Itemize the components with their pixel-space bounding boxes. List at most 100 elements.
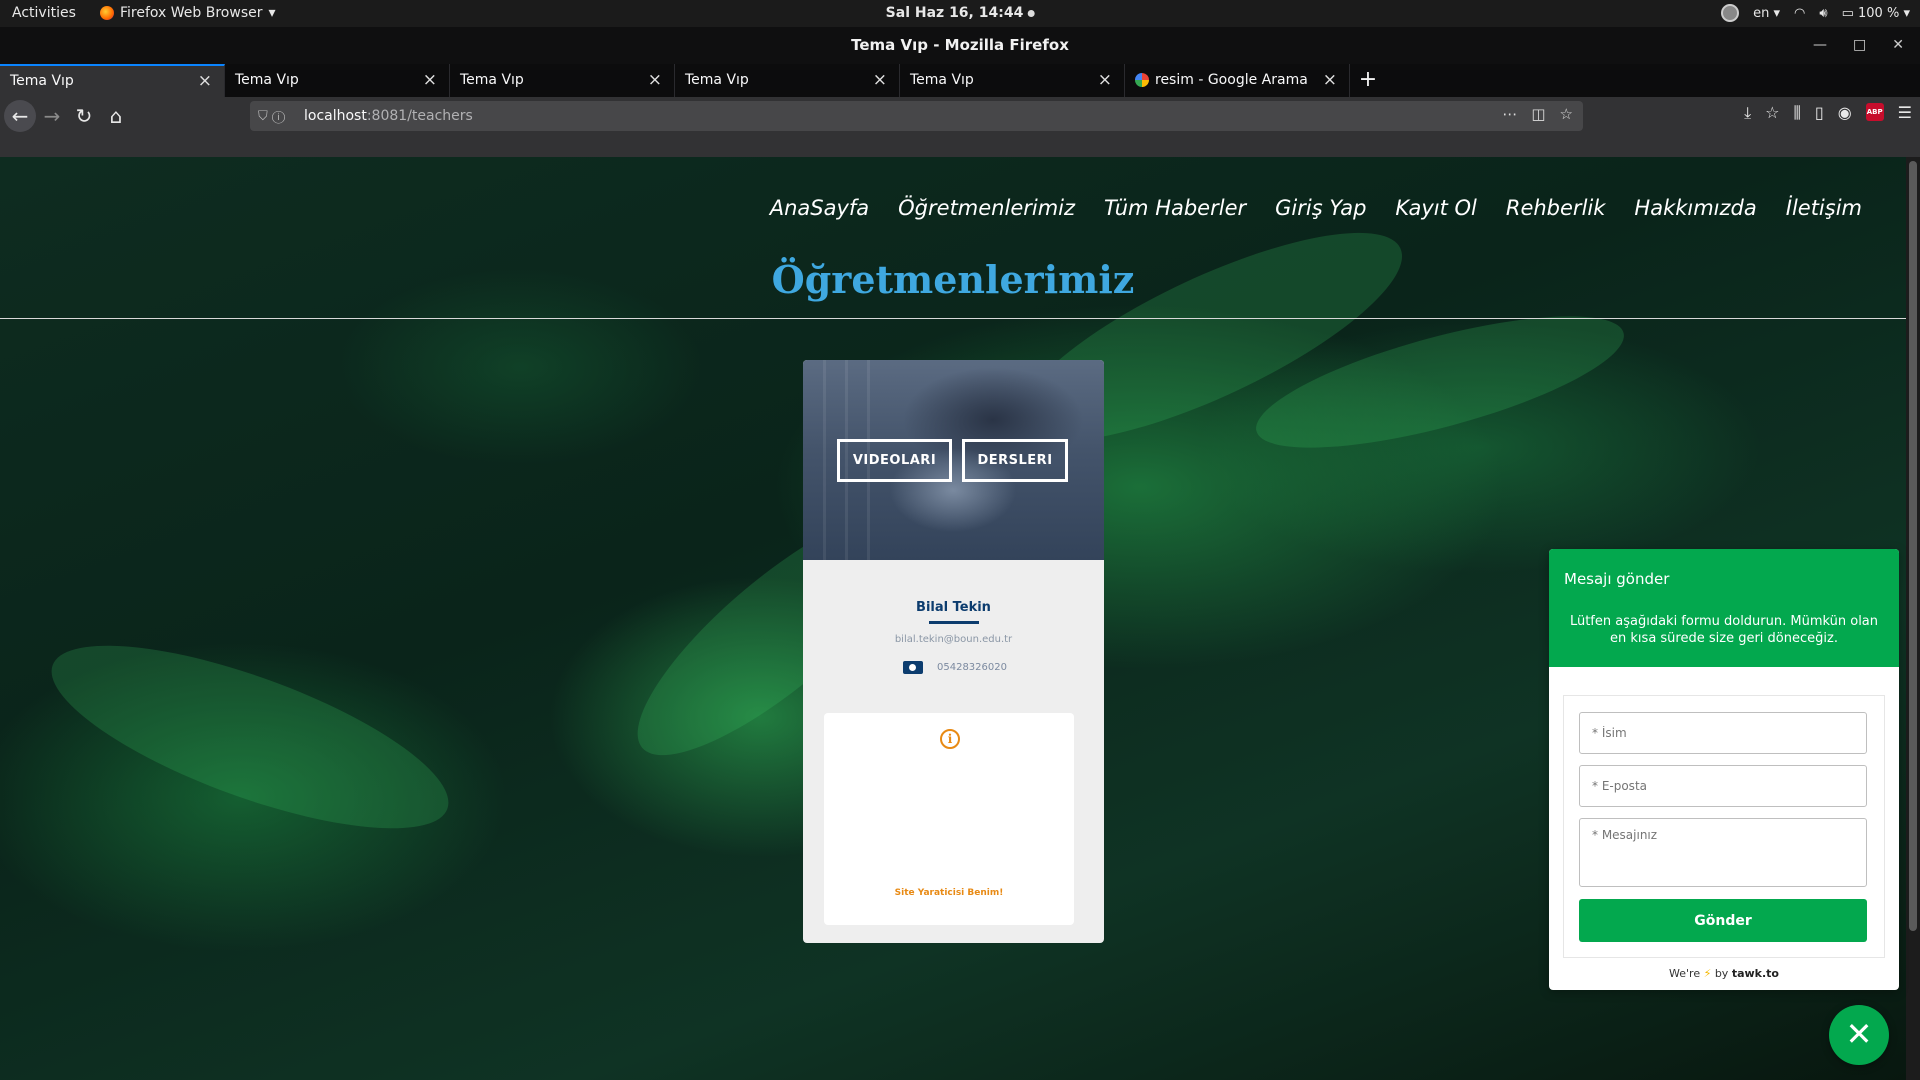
menu-icon[interactable]: ☰: [1898, 103, 1912, 123]
recording-dot-icon: [1027, 9, 1035, 17]
chat-close-icon[interactable]: ✕: [1829, 1005, 1889, 1065]
more-actions-icon[interactable]: ⋯: [1502, 105, 1517, 123]
chat-widget: Mesajı gönder Lütfen aşağıdaki formu dol…: [1549, 549, 1899, 990]
home-icon[interactable]: ⌂: [100, 100, 132, 132]
info-box: i Site Yaraticisi Benim!: [824, 713, 1074, 925]
forward-arrow-icon[interactable]: →: [36, 100, 68, 132]
tab-5[interactable]: Tema Vıp ×: [900, 64, 1125, 97]
nav-link-guidance[interactable]: Rehberlik: [1506, 196, 1606, 220]
shield-icon[interactable]: ⛉: [258, 109, 268, 124]
close-tab-icon[interactable]: ×: [1323, 64, 1337, 97]
close-tab-icon[interactable]: ×: [423, 64, 437, 97]
lessons-button[interactable]: DERSLERI: [962, 439, 1068, 482]
url-path: :8081/teachers: [366, 108, 473, 124]
close-tab-icon[interactable]: ×: [873, 64, 887, 97]
volume-icon: 🔊︎: [1819, 5, 1828, 21]
info-icon: i: [940, 729, 960, 749]
message-field[interactable]: [1579, 818, 1867, 887]
footer-by: by: [1714, 967, 1729, 980]
chat-footer[interactable]: We're ⚡ by tawk.to: [1549, 967, 1899, 980]
tab-4[interactable]: Tema Vıp ×: [675, 64, 900, 97]
caret-down-icon: ▾: [268, 5, 276, 21]
download-icon[interactable]: ⤓: [1744, 103, 1751, 123]
app-menu-label: Firefox Web Browser: [120, 5, 263, 21]
library-icon[interactable]: ⫼: [1794, 103, 1801, 123]
tab-6[interactable]: resim - Google Arama ×: [1125, 64, 1350, 97]
nav-link-home[interactable]: AnaSayfa: [770, 196, 869, 220]
close-tab-icon[interactable]: ×: [648, 64, 662, 97]
footer-brand: tawk.to: [1731, 967, 1779, 980]
close-tab-icon[interactable]: ×: [1098, 64, 1112, 97]
divider: [0, 318, 1906, 319]
page-scrollbar[interactable]: [1906, 157, 1920, 1080]
send-button[interactable]: Gönder: [1579, 899, 1867, 942]
tab-bar: Tema Vıp × Tema Vıp × Tema Vıp × Tema Vıp × …: [0, 64, 1920, 97]
bookmark-star-icon[interactable]: ☆: [1560, 105, 1573, 123]
tab-label: Tema Vıp: [10, 73, 74, 89]
window-title: Tema Vıp - Mozilla Firefox: [851, 36, 1069, 54]
tab-3[interactable]: Tema Vıp ×: [450, 64, 675, 97]
pocket-icon[interactable]: ◫: [1531, 105, 1545, 123]
google-icon: [1135, 73, 1149, 87]
teacher-card: VIDEOLARI DERSLERI Bilal Tekin bilal.tek…: [803, 360, 1104, 943]
new-tab-button[interactable]: +: [1350, 64, 1386, 97]
videos-button[interactable]: VIDEOLARI: [837, 439, 952, 482]
tab-2[interactable]: Tema Vıp ×: [225, 64, 450, 97]
phone-row: 05428326020: [903, 661, 1007, 674]
accessibility-icon[interactable]: [1721, 4, 1740, 22]
tab-label: Tema Vıp: [235, 72, 299, 88]
app-menu[interactable]: Firefox Web Browser ▾: [100, 5, 276, 21]
chat-title: Mesajı gönder: [1564, 570, 1670, 588]
name-field[interactable]: [1579, 712, 1867, 754]
email-field[interactable]: [1579, 765, 1867, 807]
sidebar-icon[interactable]: ▯: [1815, 103, 1824, 123]
teacher-name: Bilal Tekin: [916, 600, 991, 615]
nav-link-about[interactable]: Hakkımızda: [1634, 196, 1756, 220]
footer-prefix: We're: [1669, 967, 1701, 980]
chat-subtitle: Lütfen aşağıdaki formu doldurun. Mümkün …: [1569, 614, 1879, 646]
wifi-icon: ◠: [1794, 5, 1806, 21]
battery-label: 100 %: [1858, 5, 1900, 21]
chat-form: Gönder: [1563, 695, 1885, 958]
nav-link-news[interactable]: Tüm Haberler: [1104, 196, 1246, 220]
battery-indicator: ▭ 100 % ▾: [1841, 5, 1910, 21]
nav-link-contact[interactable]: İletişim: [1786, 196, 1862, 220]
back-arrow-icon[interactable]: ←: [4, 100, 36, 132]
close-window-icon[interactable]: ✕: [1892, 27, 1904, 64]
reload-icon[interactable]: ↻: [68, 100, 100, 132]
nav-link-login[interactable]: Giriş Yap: [1275, 196, 1366, 220]
system-top-bar: Activities Firefox Web Browser ▾ Sal Haz…: [0, 0, 1920, 27]
teacher-photo: VIDEOLARI DERSLERI: [803, 360, 1104, 560]
tab-label: Tema Vıp: [910, 72, 974, 88]
chat-header: Mesajı gönder Lütfen aşağıdaki formu dol…: [1549, 549, 1899, 667]
url-bar[interactable]: ⛉ ⓘ localhost:8081/teachers ⋯ ◫ ☆: [250, 101, 1583, 131]
nav-link-register[interactable]: Kayıt Ol: [1395, 196, 1476, 220]
site-navigation: AnaSayfa Öğretmenlerimiz Tüm Haberler Gi…: [770, 196, 1862, 220]
maximize-icon[interactable]: □: [1853, 27, 1866, 64]
scrollbar-thumb[interactable]: [1909, 161, 1917, 931]
window-title-bar: Tema Vıp - Mozilla Firefox — □ ✕: [0, 27, 1920, 64]
info-text: Site Yaraticisi Benim!: [894, 888, 1004, 898]
activities-button[interactable]: Activities: [12, 5, 76, 21]
clock[interactable]: Sal Haz 16, 14:44: [886, 5, 1035, 21]
language-label: en: [1753, 5, 1770, 21]
close-tab-icon[interactable]: ×: [198, 66, 212, 97]
id-card-icon: [903, 661, 923, 674]
tab-label: resim - Google Arama: [1155, 72, 1308, 88]
info-icon[interactable]: ⓘ: [272, 109, 285, 124]
nav-link-teachers[interactable]: Öğretmenlerimiz: [898, 196, 1075, 220]
system-tray[interactable]: en ▾ ◠ 🔊︎ ▭ 100 % ▾: [1721, 4, 1910, 22]
minimize-icon[interactable]: —: [1813, 27, 1827, 64]
url-host: localhost: [304, 108, 367, 124]
tab-1[interactable]: Tema Vıp ×: [0, 64, 225, 97]
page-title: Öğretmenlerimiz: [771, 257, 1135, 302]
teacher-phone: 05428326020: [937, 662, 1007, 673]
language-indicator[interactable]: en ▾: [1753, 6, 1780, 21]
background-foliage: [32, 608, 468, 866]
firefox-icon: [100, 6, 114, 20]
account-icon[interactable]: ◉: [1838, 103, 1852, 123]
tab-label: Tema Vıp: [685, 72, 749, 88]
adblock-icon[interactable]: ABP: [1865, 103, 1884, 121]
reading-list-icon[interactable]: ☆: [1765, 103, 1779, 123]
navigation-toolbar: ← → ↻ ⌂ ⛉ ⓘ localhost:8081/teachers ⋯ ◫ …: [0, 97, 1920, 135]
